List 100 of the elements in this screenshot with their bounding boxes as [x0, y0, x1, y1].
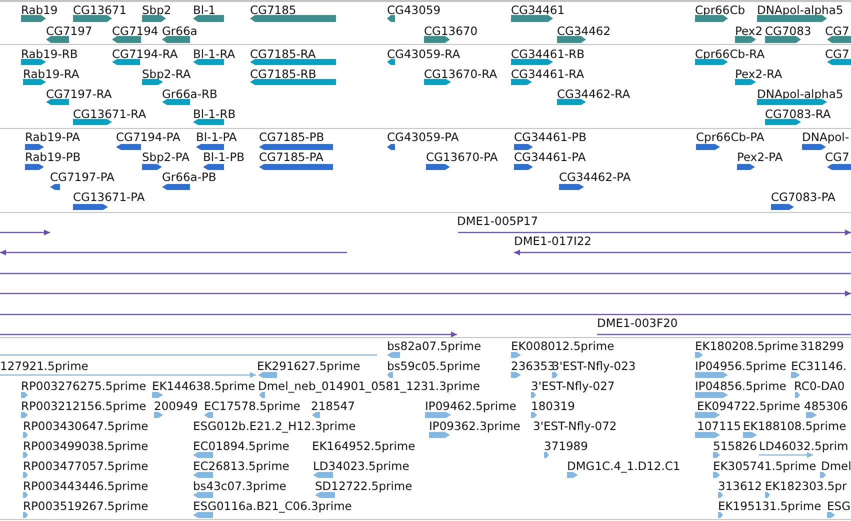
- gene-label: CG34462: [557, 25, 611, 38]
- protein-label: Gr66a-PB: [162, 171, 216, 184]
- est-label: ESG: [827, 500, 850, 513]
- est-label: 515826: [713, 440, 757, 453]
- protein-label: Bl-1-PA: [196, 131, 237, 144]
- gene-label: DNApol-alpha5: [757, 4, 844, 17]
- est-label: EK291627.5prime: [257, 360, 360, 373]
- protein-label: CG7194-PA: [116, 131, 180, 144]
- est-label: 127921.5prime: [0, 360, 88, 373]
- est-label: 236353: [511, 360, 555, 373]
- protein-label: Sbp2-PA: [142, 151, 190, 164]
- est-label: Dmel_neb_014901_0581_1231.3prime: [258, 380, 480, 393]
- protein-label: Cpr66Cb-PA: [696, 131, 764, 144]
- est-label: EK180208.5prime: [695, 340, 798, 353]
- transcript-label: Rab19-RA: [23, 68, 80, 81]
- est-label: RC0-DA0: [794, 380, 845, 393]
- est-label: LD46032.5prim: [759, 440, 848, 453]
- transcript-label: CG13671-RA: [73, 108, 146, 121]
- gene-label: CG7083: [765, 25, 812, 38]
- est-label: EK164952.5prime: [312, 440, 416, 453]
- protein-label: CG34461-PA: [514, 151, 586, 164]
- transcript-label: DNApol-alpha5: [757, 88, 844, 101]
- est-label: IP04856.5prime: [695, 380, 786, 393]
- gene-label: CG43059: [387, 4, 441, 17]
- est-label: IP09462.5prime: [425, 400, 516, 413]
- est-label: EK008012.5prime: [511, 340, 614, 353]
- gene-label: Cpr66Cb: [695, 4, 746, 17]
- est-label: EC01894.5prime: [193, 440, 290, 453]
- est-label: RP003212156.5prime: [21, 400, 146, 413]
- est-label: EC26813.5prime: [193, 460, 290, 473]
- protein-label: CG34462-PA: [559, 171, 631, 184]
- gene-label: Bl-1: [193, 4, 216, 17]
- clone-label: DME1-005P17: [457, 215, 538, 228]
- transcript-label: Pex2-RA: [735, 68, 782, 81]
- transcript-label: CG7197-RA: [46, 88, 112, 101]
- clone-label: DME1-017I22: [514, 235, 592, 248]
- clone-label: DME1-003F20: [597, 317, 678, 330]
- est-label: 313612: [718, 480, 762, 493]
- est-label: IP09362.3prime: [429, 420, 520, 433]
- est-label: 318299: [800, 340, 844, 353]
- protein-label: CG7185-PA: [259, 151, 324, 164]
- protein-label: Bl-1-PB: [203, 151, 245, 164]
- transcript-label: CG34461-RB: [511, 48, 585, 61]
- est-label: EC17578.5prime: [204, 400, 300, 413]
- est-label: SD12722.5prime: [315, 480, 412, 493]
- transcript-label: CG13670-RA: [424, 68, 498, 81]
- protein-label: CG7197-PA: [50, 171, 114, 184]
- transcript-label: CG7: [825, 48, 850, 61]
- gene-label: Gr66a: [162, 25, 198, 38]
- transcript-label: Rab19-RB: [21, 48, 78, 61]
- est-label: EK188108.5prime: [743, 420, 846, 433]
- est-label: bs43c07.3prime: [193, 480, 286, 493]
- est-label: 3'EST-Nfly-072: [533, 420, 617, 433]
- est-label: 3'EST-Nfly-027: [531, 380, 615, 393]
- gene-label: Sbp2: [142, 4, 172, 17]
- est-label: RP003443446.5prime: [23, 480, 148, 493]
- gene-label: CG7: [825, 25, 850, 38]
- est-label: EK305741.5prime: [713, 460, 816, 473]
- transcript-label: Cpr66Cb-RA: [695, 48, 765, 61]
- protein-label: Rab19-PA: [25, 131, 80, 144]
- est-label: 180319: [531, 400, 575, 413]
- protein-label: DNApol-: [802, 131, 850, 144]
- gene-label: Pex2: [735, 25, 763, 38]
- gene-label: CG34461: [511, 4, 565, 17]
- est-label: Dmel: [821, 460, 851, 473]
- est-label: 371989: [544, 440, 588, 453]
- protein-label: CG13670-PA: [426, 151, 498, 164]
- gene-label: CG7194: [112, 25, 158, 38]
- est-label: 200949: [154, 400, 198, 413]
- protein-label: CG34461-PB: [514, 131, 586, 144]
- est-label: ESG0116a.B21_C06.3prime: [193, 500, 352, 513]
- est-label: RP003276275.5prime: [21, 380, 146, 393]
- transcript-label: Sbp2-RA: [142, 68, 191, 81]
- protein-label: CG7: [825, 151, 850, 164]
- est-label: 218547: [311, 400, 355, 413]
- est-label: LD34023.5prime: [313, 460, 410, 473]
- gene-label: CG13671: [73, 4, 127, 17]
- transcript-label: CG34462-RA: [557, 88, 630, 101]
- protein-label: CG7185-PB: [259, 131, 324, 144]
- transcript-label: CG43059-RA: [387, 48, 460, 61]
- transcript-label: Gr66a-RB: [162, 88, 218, 101]
- est-label: 3'EST-Nfly-023: [552, 360, 636, 373]
- est-label: ESG012b.E21.2_H12.3prime: [193, 420, 356, 433]
- gene-label: CG7185: [250, 4, 296, 17]
- protein-label: CG13671-PA: [73, 191, 145, 204]
- est-label: 485306: [804, 400, 848, 413]
- est-label: EC31146.: [791, 360, 847, 373]
- transcript-label: CG7083-RA: [765, 108, 831, 121]
- protein-label: Rab19-PB: [25, 151, 81, 164]
- est-label: IP04956.5prime: [695, 360, 786, 373]
- est-label: EK094722.5prime: [697, 400, 800, 413]
- est-label: RP003519267.5prime: [23, 500, 148, 513]
- gene-label: CG7197: [46, 25, 92, 38]
- gene-label: CG13670: [424, 25, 478, 38]
- protein-label: CG43059-PA: [387, 131, 459, 144]
- transcript-label: CG34461-RA: [511, 68, 584, 81]
- transcript-label: Bl-1-RA: [193, 48, 236, 61]
- est-label: bs82a07.5prime: [387, 340, 482, 353]
- est-label: EK195131.5prime: [718, 500, 822, 513]
- est-label: RP003499038.5prime: [23, 440, 148, 453]
